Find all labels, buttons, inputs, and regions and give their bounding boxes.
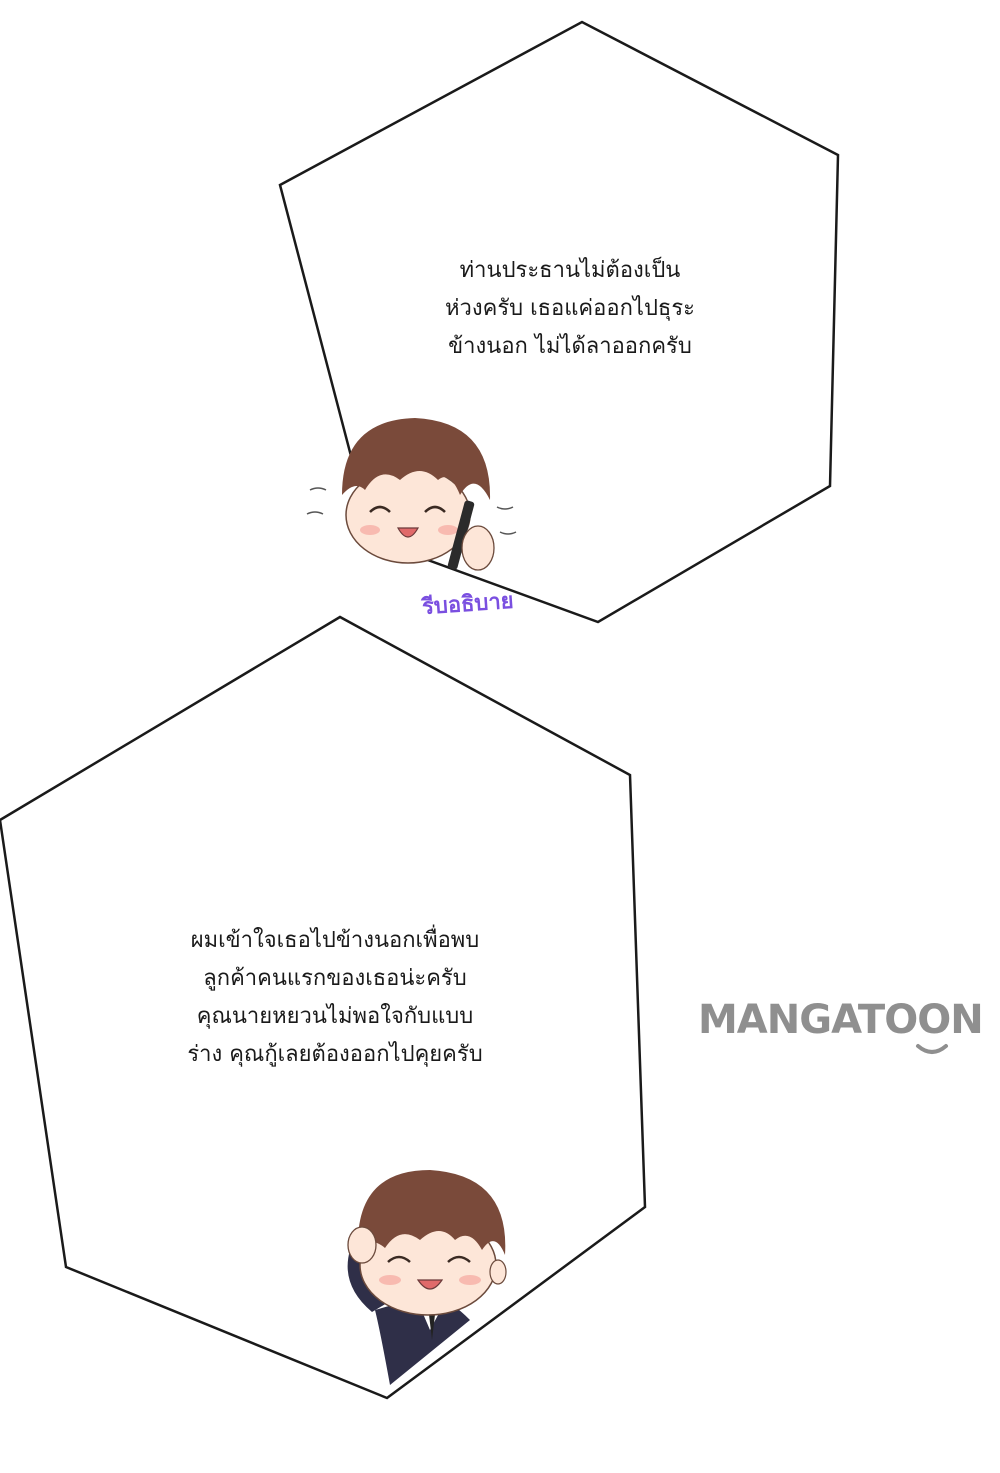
watermark-logo: MANGATOON bbox=[698, 1000, 998, 1060]
watermark-text: MANGATOON bbox=[698, 997, 984, 1043]
dialogue-top: ท่านประธานไม่ต้องเป็น ห่วงครับ เธอแค่ออก… bbox=[445, 258, 695, 359]
dialogue-bottom: ผมเข้าใจเธอไปข้างนอกเพื่อพบ ลูกค้าคนแรกข… bbox=[187, 928, 483, 1067]
comic-artwork bbox=[0, 20, 948, 1400]
sfx-label: รีบอธิบาย bbox=[421, 588, 515, 621]
comic-page: ท่านประธานไม่ต้องเป็น ห่วงครับ เธอแค่ออก… bbox=[0, 0, 1000, 1473]
